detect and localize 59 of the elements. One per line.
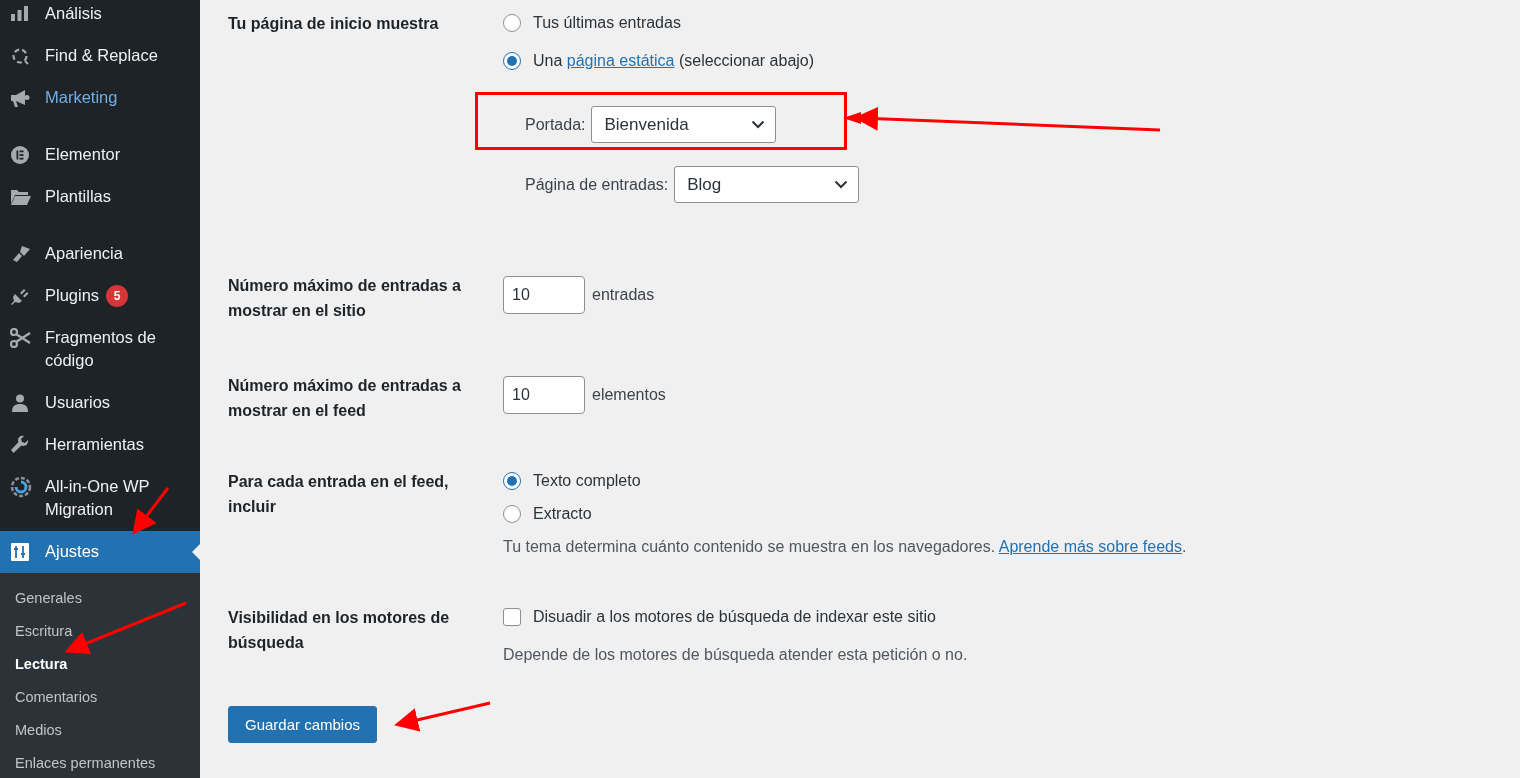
megaphone-icon (10, 87, 32, 108)
setting-label: Para cada entrada en el feed, incluir (228, 472, 450, 517)
bar-chart-icon (10, 3, 30, 24)
setting-label: Visibilidad en los motores de búsqueda (228, 608, 451, 653)
number-input[interactable]: 10 (503, 376, 585, 414)
unit-label: elementos (592, 386, 666, 404)
sidebar-menu-item[interactable]: Fragmentos de código (0, 317, 200, 382)
setting-label: Tu página de inicio muestra (228, 14, 440, 34)
setting-label: Número máximo de entradas a mostrar en el sitio (228, 276, 462, 321)
page-dropdown[interactable]: Blog (674, 166, 860, 203)
paintbrush-icon (10, 243, 32, 264)
page-dropdown[interactable]: Bienvenida (591, 106, 777, 143)
number-input[interactable]: 10 (503, 276, 585, 314)
sidebar-menu-item[interactable]: Find & Replace (0, 35, 200, 77)
sidebar-menu-item[interactable]: Marketing (0, 77, 200, 119)
setting-label: Número máximo de entradas a mostrar en el feed (228, 376, 462, 421)
submenu-link[interactable]: Comentarios (0, 681, 200, 714)
unit-label: entradas (592, 286, 655, 304)
radio-button[interactable] (503, 472, 521, 490)
radio-button[interactable] (503, 52, 521, 70)
submenu-link[interactable]: Generales (0, 582, 200, 615)
sidebar-menu-item[interactable]: Plugins 5 (0, 275, 200, 317)
submenu-link[interactable]: Lectura (0, 648, 200, 681)
update-count-badge: 5 (106, 285, 129, 307)
checkbox[interactable] (503, 608, 521, 626)
sidebar-menu-item[interactable]: Apariencia (0, 233, 200, 275)
folder-icon (10, 187, 32, 206)
chevron-down-icon (751, 120, 766, 129)
submenu-link[interactable]: Escritura (0, 615, 200, 648)
select-label: Página de entradas: (525, 175, 669, 194)
option-label: Tus últimas entradas (533, 13, 681, 33)
option-label: Una página estática (seleccionar abajo) (533, 51, 815, 71)
sidebar-menu-item[interactable]: Plantillas (0, 176, 200, 218)
sidebar-menu-item[interactable]: Análisis (0, 0, 200, 35)
submenu-link[interactable]: Medios (0, 714, 200, 747)
e-circle-icon (10, 144, 30, 165)
settings-icon (10, 541, 30, 562)
scissors-icon (10, 327, 32, 348)
sidebar-menu-item[interactable]: Herramientas (0, 424, 200, 466)
option-label: Texto completo (533, 471, 641, 491)
option-label: Extracto (533, 504, 592, 524)
radio-button[interactable] (503, 505, 521, 523)
person-icon (10, 392, 30, 413)
select-label: Portada: (525, 115, 586, 134)
chevron-down-icon (834, 180, 849, 189)
sidebar-menu-item[interactable]: All-in-One WP Migration (0, 466, 200, 531)
save-button[interactable]: Guardar cambios (228, 706, 377, 743)
option-label: Disuadir a los motores de búsqueda de indexar este sitio (533, 607, 936, 627)
feeds-help-link[interactable]: Aprende más sobre feeds (998, 538, 1182, 555)
wrench-icon (10, 434, 30, 455)
static-page-link[interactable]: página estática (566, 52, 675, 69)
description-text: Tu tema determina cuánto contenido se muestra en los navegadores. Aprende más sobre feeds. (503, 537, 1188, 557)
description-text: Depende de los motores de búsqueda atender esta petición o no. (503, 645, 969, 665)
submenu-link[interactable]: Enlaces permanentes (0, 747, 200, 778)
radio-button[interactable] (503, 14, 521, 32)
circular-logo-icon (10, 475, 32, 498)
sidebar-menu-item[interactable]: Ajustes (0, 531, 200, 573)
sidebar-menu-item[interactable]: Usuarios (0, 382, 200, 424)
sidebar-menu-item[interactable]: Elementor (0, 134, 200, 176)
